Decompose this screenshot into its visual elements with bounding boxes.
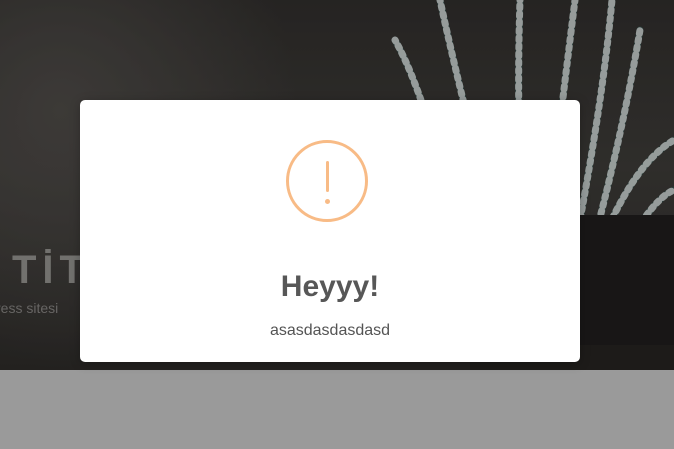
- alert-title: Heyyy!: [280, 270, 380, 303]
- alert-message: asasdasdasdasd: [269, 322, 391, 339]
- exclamation-bar: [326, 161, 329, 192]
- exclamation-dot: [325, 199, 330, 204]
- page-viewport: TİT ress sitesi Heyyy! asasdasdasdasd: [0, 0, 674, 449]
- alert-dialog: Heyyy! asasdasdasdasd: [80, 100, 580, 362]
- warning-exclamation-icon: [286, 140, 368, 222]
